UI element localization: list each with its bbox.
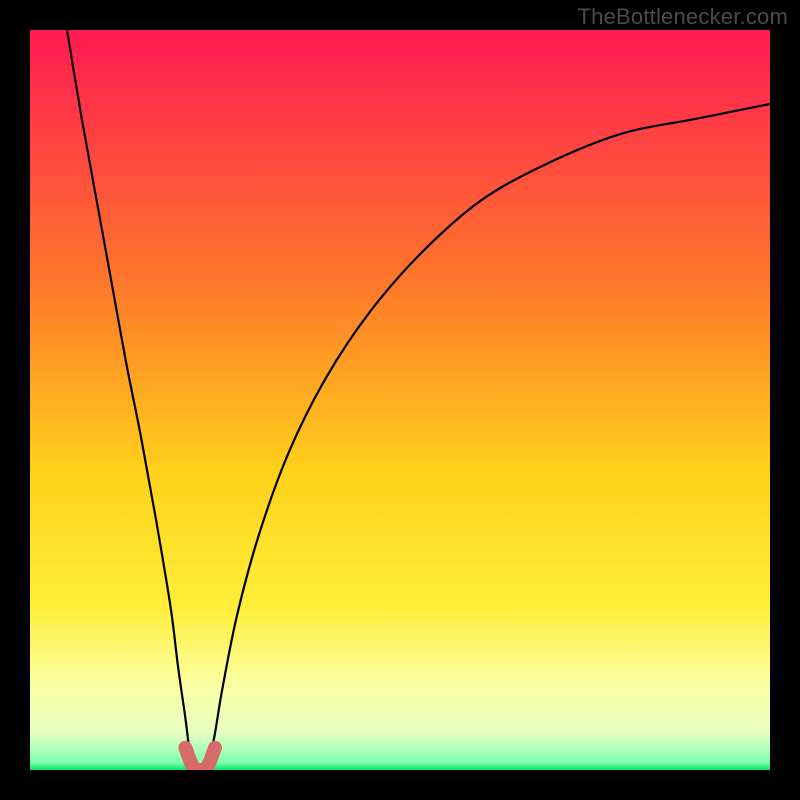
chart-container: { "watermark": "TheBottlenecker.com", "c… bbox=[0, 0, 800, 800]
curve-bottom-accent bbox=[185, 748, 215, 770]
curve-right bbox=[208, 104, 770, 770]
curve-left bbox=[67, 30, 193, 770]
plot-area bbox=[30, 30, 770, 770]
curves-layer bbox=[30, 30, 770, 770]
watermark-text: TheBottlenecker.com bbox=[578, 4, 788, 30]
